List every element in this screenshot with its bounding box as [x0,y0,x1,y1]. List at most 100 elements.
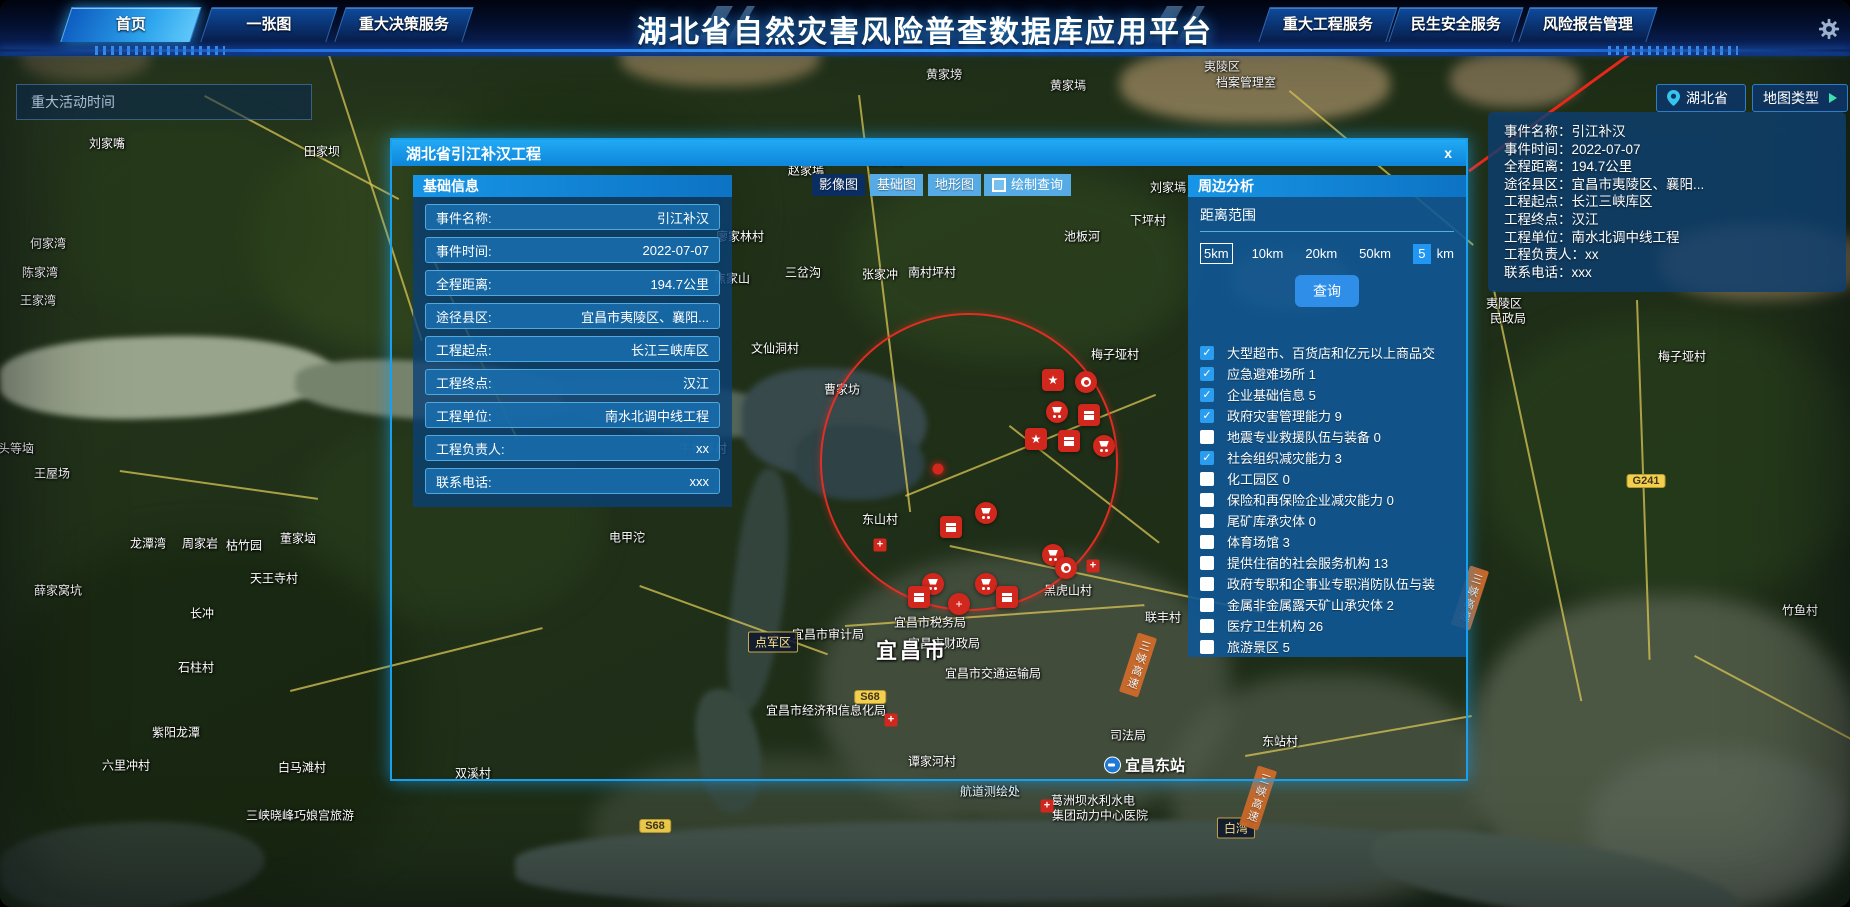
field-value: 南水北调中线工程 [605,406,709,425]
analysis-checkbox-row[interactable]: 尾矿库承灾体 0 [1200,510,1454,531]
app-title: 湖北省自然灾害风险普查数据库应用平台 [637,7,1213,51]
location-pin-icon [1667,90,1680,106]
basic-info-rows: 事件名称:引江补汉事件时间:2022-07-07全程距离:194.7公里途径县区… [413,197,732,508]
basic-info-row[interactable]: 全程距离:194.7公里 [425,270,720,296]
field-label: 工程负责人: [436,439,505,458]
checkbox-unchecked[interactable] [1200,619,1214,633]
distance-custom-unit: km [1437,246,1454,261]
field-value: 长江三峡库区 [631,340,709,359]
project-modal-header: 湖北省引江补汉工程 x [392,140,1466,166]
region-button[interactable]: 湖北省 [1656,84,1746,112]
field-label: 事件名称: [436,208,492,227]
map-type-button-label: 地图类型 [1763,88,1819,108]
field-label: 事件时间: [436,241,492,260]
checkbox-unchecked[interactable] [1200,493,1214,507]
road-line [120,470,318,500]
analysis-checkbox-row[interactable]: 地震专业救援队伍与装备 0 [1200,426,1454,447]
analysis-checkbox-row[interactable]: 旅游景区 5 [1200,636,1454,657]
field-label: 联系电话: [436,472,492,491]
nav-tab-right-3[interactable]: 风险报告管理 [1518,7,1657,42]
checkbox-label: 企业基础信息 5 [1227,385,1445,404]
nav-tab-right-2[interactable]: 民生安全服务 [1388,7,1523,42]
nav-tab-3[interactable]: 重大决策服务 [334,7,473,42]
checkbox-label: 体育场馆 3 [1227,532,1445,551]
map-place-label: 黄家塝 [926,66,962,83]
analysis-checkbox-row[interactable]: 保险和再保险企业减灾能力 0 [1200,489,1454,510]
basic-info-row[interactable]: 事件名称:引江补汉 [425,204,720,230]
field-label: 工程终点: [436,373,492,392]
checkbox-unchecked[interactable] [1200,577,1214,591]
distance-option-50km[interactable]: 50km [1359,246,1391,261]
analysis-checkbox-row[interactable]: ✓大型超市、百货店和亿元以上商品交 [1200,342,1454,363]
settings-button[interactable] [1818,18,1840,45]
analysis-checkbox-row[interactable]: 医疗卫生机构 26 [1200,615,1454,636]
event-info-row: 事件时间：2022-07-07 [1504,141,1830,159]
distance-option-20km[interactable]: 20km [1305,246,1337,261]
basic-info-row[interactable]: 工程单位:南水北调中线工程 [425,402,720,428]
checkbox-label: 保险和再保险企业减灾能力 0 [1227,490,1445,509]
analysis-checkbox-row[interactable]: 体育场馆 3 [1200,531,1454,552]
map-place-label: 长冲 [190,605,214,622]
nav-tab-2[interactable]: 一张图 [200,7,337,42]
checkbox-checked[interactable]: ✓ [1200,388,1214,402]
event-info-row: 工程单位：南水北调中线工程 [1504,229,1830,247]
basic-info-row[interactable]: 工程负责人:xx [425,435,720,461]
checkbox-unchecked[interactable] [1200,514,1214,528]
checkbox-label: 政府灾害管理能力 9 [1227,406,1445,425]
checkbox-checked[interactable]: ✓ [1200,367,1214,381]
layer-button-2[interactable]: 基础图 [870,174,923,196]
checkbox-unchecked[interactable] [1200,598,1214,612]
basic-info-row[interactable]: 工程起点:长江三峡库区 [425,336,720,362]
map-place-label: 航道测绘处 [960,783,1020,800]
distance-custom-input[interactable]: 5 [1413,244,1431,264]
draw-query-button[interactable]: 绘制查询 [984,174,1071,196]
hospital-cross-marker[interactable]: + [1041,800,1054,813]
layer-button-3[interactable]: 地形图 [928,174,981,196]
checkbox-checked[interactable]: ✓ [1200,451,1214,465]
distance-options: 5km10km20km50km5km [1200,243,1454,264]
checkbox-unchecked[interactable] [1200,640,1214,654]
nav-tab-1[interactable]: 首页 [60,7,201,42]
analysis-checkbox-row[interactable]: ✓ 企业基础信息 5 [1200,384,1454,405]
checkbox-unchecked[interactable] [1200,556,1214,570]
map-type-button[interactable]: 地图类型 [1752,84,1848,112]
close-icon[interactable]: x [1444,146,1452,160]
major-activity-time-input[interactable]: 重大活动时间 [16,84,312,120]
basic-info-row[interactable]: 工程终点:汉江 [425,369,720,395]
analysis-checkbox-row[interactable]: 政府专职和企事业专职消防队伍与装 [1200,573,1454,594]
nav-decor-ticks-left [95,46,225,55]
map-place-label: 枯竹园 [226,537,262,554]
checkbox-checked[interactable]: ✓ [1200,346,1214,360]
checkbox-unchecked[interactable] [1200,535,1214,549]
checkbox-unchecked[interactable] [1200,472,1214,486]
event-info-row: 全程距离：194.7公里 [1504,158,1830,176]
checkbox-checked[interactable]: ✓ [1200,409,1214,423]
layer-button-1[interactable]: 影像图 [812,174,865,196]
map-place-label: 王屋场 [34,465,70,482]
map-place-label: 田家坝 [304,143,340,160]
analysis-checkbox-row[interactable]: ✓ 政府灾害管理能力 9 [1200,405,1454,426]
query-button[interactable]: 查询 [1295,275,1359,307]
map-place-label: 天王寺村 [250,570,298,587]
map-place-label: 紫阳龙潭 [152,724,200,741]
distance-option-5km[interactable]: 5km [1200,243,1233,264]
draw-query-label: 绘制查询 [1011,174,1063,196]
basic-info-row[interactable]: 联系电话:xxx [425,468,720,494]
event-info-row: 联系电话：xxx [1504,264,1830,282]
map-place-label: 六里冲村 [102,757,150,774]
analysis-checkbox-row[interactable]: ✓社会组织减灾能力 3 [1200,447,1454,468]
analysis-checkbox-row[interactable]: ✓应急避难场所 1 [1200,363,1454,384]
checkbox-label: 提供住宿的社会服务机构 13 [1227,553,1445,572]
distance-option-10km[interactable]: 10km [1252,246,1284,261]
analysis-checkbox-row[interactable]: 化工园区 0 [1200,468,1454,489]
basic-info-row[interactable]: 途径县区:宜昌市夷陵区、襄阳... [425,303,720,329]
checkbox-label: 旅游景区 5 [1227,637,1445,656]
field-label: 途径县区: [436,307,492,326]
checkbox-unchecked[interactable] [1200,430,1214,444]
nav-tab-right-1[interactable]: 重大工程服务 [1258,7,1397,42]
map-place-label: 薛家窝坑 [34,582,82,599]
analysis-checkbox-row[interactable]: 金属非金属露天矿山承灾体 2 [1200,594,1454,615]
basic-info-row[interactable]: 事件时间:2022-07-07 [425,237,720,263]
field-value: 194.7公里 [650,274,709,293]
analysis-checkbox-row[interactable]: 提供住宿的社会服务机构 13 [1200,552,1454,573]
